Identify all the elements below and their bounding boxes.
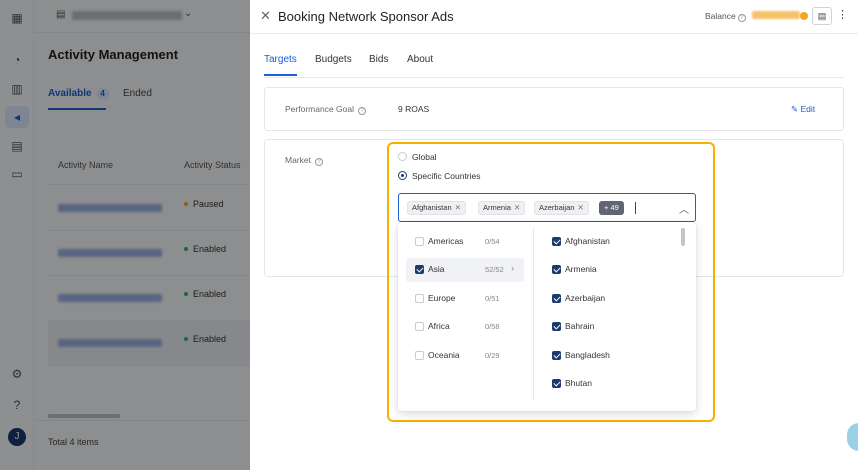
remove-chip-icon[interactable]: ✕ [455, 203, 461, 212]
checkbox-checked[interactable] [552, 322, 561, 331]
checkbox-checked[interactable] [415, 265, 424, 274]
question-icon[interactable]: ? [314, 158, 323, 166]
radio-label: Specific Countries [412, 171, 481, 181]
region-item-europe[interactable]: Europe 0/51 [406, 287, 524, 311]
country-item[interactable]: Azerbaijan [548, 287, 678, 311]
region-name: Africa [428, 321, 450, 331]
region-item-americas[interactable]: Americas 0/54 [406, 230, 524, 254]
drawer-tabs: Targets Budgets Bids About [264, 54, 844, 78]
checkbox[interactable] [415, 351, 424, 360]
drawer-title: Booking Network Sponsor Ads [278, 9, 454, 24]
tab-about[interactable]: About [407, 54, 433, 65]
chevron-right-icon: › [511, 263, 514, 273]
country-dropdown: Americas 0/54 Asia 52/52 › Europe 0/51 A… [398, 222, 696, 411]
radio-specific-countries[interactable]: Specific Countries [398, 171, 481, 181]
country-name: Armenia [565, 264, 597, 274]
market-label-text: Market [285, 155, 311, 165]
region-item-oceania[interactable]: Oceania 0/29 [406, 344, 524, 368]
modal-backdrop[interactable] [0, 0, 250, 470]
balance-value-redacted [752, 11, 800, 19]
tab-budgets[interactable]: Budgets [315, 54, 352, 65]
radio-global[interactable]: Global [398, 152, 437, 162]
radio-circle-icon [398, 152, 407, 161]
checkbox[interactable] [415, 322, 424, 331]
edit-button[interactable]: ✎ Edit [791, 104, 815, 115]
country-item[interactable]: Bahrain [548, 315, 678, 339]
column-divider [533, 228, 534, 400]
region-name: Asia [428, 264, 445, 274]
region-item-asia[interactable]: Asia 52/52 › [406, 258, 524, 282]
vertical-scrollbar[interactable] [681, 228, 685, 246]
edit-icon: ✎ [791, 104, 799, 114]
balance-label: Balance? [705, 11, 746, 22]
remove-chip-icon[interactable]: ✕ [514, 203, 520, 212]
chip-label: Azerbaijan [539, 203, 575, 212]
region-count: 0/29 [485, 351, 500, 360]
country-item[interactable]: Armenia [548, 258, 678, 282]
market-label: Market? [285, 155, 323, 166]
edit-label: Edit [800, 104, 816, 114]
remove-chip-icon[interactable]: ✕ [577, 203, 583, 212]
region-name: Oceania [428, 350, 460, 360]
country-item[interactable]: Bhutan [548, 372, 678, 396]
checkbox-checked[interactable] [552, 351, 561, 360]
selected-country-chip: Afghanistan ✕ [407, 201, 466, 215]
country-name: Azerbaijan [565, 293, 606, 303]
coin-icon [800, 12, 808, 20]
region-count: 52/52 [485, 265, 504, 274]
country-name: Bhutan [565, 378, 592, 388]
tab-bids[interactable]: Bids [369, 54, 388, 65]
checkbox[interactable] [415, 294, 424, 303]
performance-goal-value: 9 ROAS [398, 104, 430, 114]
more-vertical-icon[interactable]: ⋮ [837, 8, 848, 22]
region-name: Europe [428, 293, 456, 303]
region-count: 0/54 [485, 237, 500, 246]
performance-goal-label-text: Performance Goal [285, 104, 354, 114]
balance-label-text: Balance [705, 11, 736, 21]
country-item[interactable]: Afghanistan [548, 230, 678, 254]
checkbox-checked[interactable] [552, 379, 561, 388]
close-icon[interactable]: ✕ [260, 9, 271, 23]
performance-goal-label: Performance Goal? [285, 104, 366, 115]
country-name: Bangladesh [565, 350, 610, 360]
performance-goal-card: Performance Goal? 9 ROAS ✎ Edit [264, 87, 844, 131]
selected-country-chip: Azerbaijan ✕ [534, 201, 589, 215]
chip-label: Afghanistan [412, 203, 452, 212]
region-count: 0/58 [485, 322, 500, 331]
text-caret [635, 202, 636, 214]
region-item-africa[interactable]: Africa 0/58 [406, 315, 524, 339]
region-count: 0/51 [485, 294, 500, 303]
document-button[interactable]: ▤ [812, 7, 832, 25]
more-count-chip[interactable]: + 49 [599, 201, 624, 215]
checkbox[interactable] [415, 237, 424, 246]
checkbox-checked[interactable] [552, 265, 561, 274]
active-tab-underline [264, 74, 297, 76]
region-name: Americas [428, 236, 464, 246]
radio-selected-icon [398, 171, 407, 180]
question-icon[interactable]: ? [357, 107, 366, 115]
chip-label: Armenia [483, 203, 511, 212]
checkbox-checked[interactable] [552, 294, 561, 303]
country-multiselect[interactable]: Afghanistan ✕ Armenia ✕ Azerbaijan ✕ + 49 ︿ [398, 193, 696, 222]
country-name: Bahrain [565, 321, 595, 331]
drawer-header: ✕ Booking Network Sponsor Ads Balance? ▤… [250, 0, 858, 34]
checkbox-checked[interactable] [552, 237, 561, 246]
country-item[interactable]: Bangladesh [548, 344, 678, 368]
question-icon[interactable]: ? [737, 14, 746, 22]
tab-targets[interactable]: Targets [264, 54, 297, 65]
radio-label: Global [412, 152, 437, 162]
selected-country-chip: Armenia ✕ [478, 201, 526, 215]
chevron-up-icon[interactable]: ︿ [679, 201, 689, 216]
country-name: Afghanistan [565, 236, 610, 246]
